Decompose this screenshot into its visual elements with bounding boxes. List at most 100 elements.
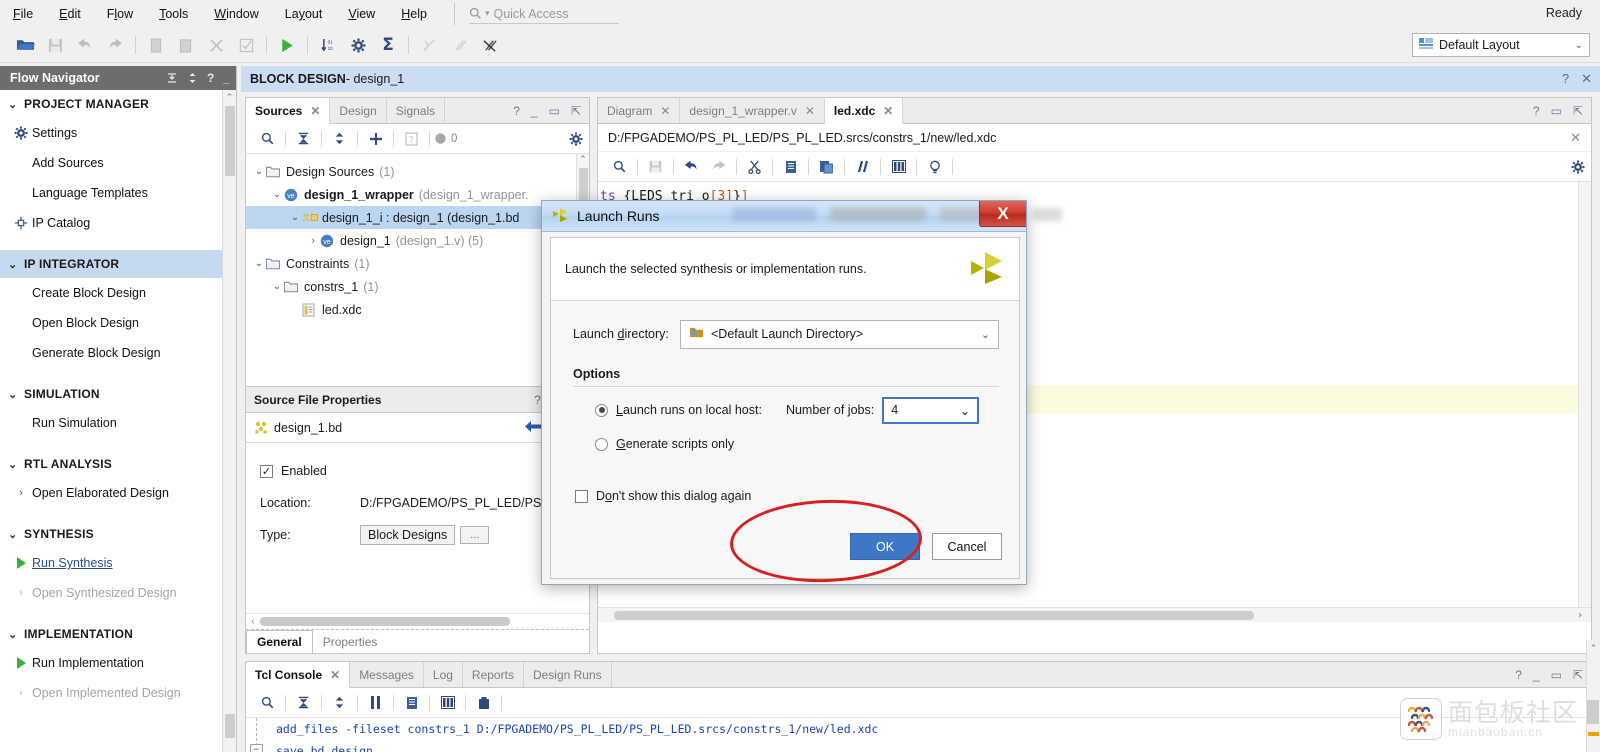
flow-item-open-block-design[interactable]: Open Block Design [0,308,236,338]
menu-flow[interactable]: Flow [94,3,146,25]
pause-icon[interactable] [362,692,389,714]
tcl-console-output[interactable]: add_files -fileset constrs_1 D:/FPGADEMO… [246,718,1591,752]
unlink-icon[interactable] [474,31,504,59]
tab-design-runs[interactable]: Design Runs [524,662,612,687]
settings-gear-icon[interactable] [1564,156,1591,178]
scrollbar-thumb[interactable] [1587,700,1599,724]
help-icon[interactable]: ? [534,393,541,407]
enabled-checkbox[interactable]: ✓ [260,464,273,478]
sort-icon[interactable]: 01 10 [313,31,343,59]
help-icon[interactable]: ? [1562,71,1569,87]
scripts-only-radio[interactable] [595,437,608,451]
scrollbar-thumb[interactable] [260,617,510,626]
flow-group-ip-integrator[interactable]: ⌄ IP INTEGRATOR [0,250,236,278]
tree-node[interactable]: ⌄ design_1_i : design_1 (design_1.bd [246,206,589,229]
tab-diagram[interactable]: Diagram ✕ [598,98,681,123]
gear-icon[interactable] [343,31,373,59]
sum-icon[interactable]: Σ [373,31,403,59]
menu-view[interactable]: View [335,3,388,25]
undo-icon[interactable] [678,156,705,178]
local-host-radio[interactable] [595,403,608,417]
minimize-icon[interactable]: _ [531,104,538,118]
layout-selector[interactable]: Default Layout ⌄ [1412,33,1590,57]
chevron-down-icon[interactable]: ⌄ [981,328,990,341]
tab-design-1-wrapper-v[interactable]: design_1_wrapper.v ✕ [680,98,825,123]
flow-item-run-synthesis[interactable]: Run Synthesis [0,548,236,578]
tree-node[interactable]: › ve design_1 (design_1.v) (5) [246,229,589,252]
sfp-tab-general[interactable]: General [246,630,313,653]
cut-icon[interactable] [741,156,768,178]
editor-vertical-scrollbar[interactable] [1578,182,1591,622]
tree-node[interactable]: ⌄ constrs_1 (1) [246,275,589,298]
flow-navigator-scrollbar[interactable]: ⌃ [222,90,236,752]
tree-node[interactable]: ⌄ ve design_1_wrapper (design_1_wrapper. [246,183,589,206]
scrollbar-thumb-secondary[interactable] [225,714,235,738]
cancel-button[interactable]: Cancel [932,533,1002,560]
add-sources-icon[interactable] [362,128,389,150]
dialog-titlebar[interactable]: Launch Runs X [542,201,1062,232]
chevron-down-icon[interactable]: ⌄ [270,281,284,292]
maximize-icon[interactable]: ▭ [549,104,560,118]
columns-icon[interactable] [885,156,912,178]
maximize-icon[interactable]: ▭ [1551,668,1562,682]
collapse-all-icon[interactable] [290,692,317,714]
close-icon[interactable]: ✕ [1581,71,1592,87]
flow-group-implementation[interactable]: ⌄ IMPLEMENTATION [0,620,236,648]
float-icon[interactable]: ⇱ [571,104,581,118]
menu-edit[interactable]: Edit [46,3,94,25]
dont-show-checkbox[interactable] [575,489,588,503]
collapse-all-icon[interactable] [290,128,317,150]
paste-icon[interactable] [813,156,840,178]
close-icon[interactable]: ✕ [805,104,815,118]
copy-icon[interactable] [398,692,425,714]
tab-log[interactable]: Log [424,662,463,687]
editor-horizontal-scrollbar[interactable]: › [598,607,1591,622]
menu-window[interactable]: Window [201,3,271,25]
sfp-horizontal-scrollbar[interactable]: ‹ [246,613,589,629]
sources-tree[interactable]: ⌄ Design Sources (1) ⌄ ve design_1_wrapper (de… [246,154,589,359]
tab-messages[interactable]: Messages [350,662,424,687]
menu-layout[interactable]: Layout [272,3,336,25]
comment-icon[interactable] [849,156,876,178]
tab-signals[interactable]: Signals [387,98,446,123]
scrollbar-thumb[interactable] [225,106,235,176]
chevron-down-icon[interactable]: ⌄ [270,189,284,200]
flow-item-run-implementation[interactable]: Run Implementation [0,648,236,678]
copy-icon[interactable] [777,156,804,178]
collapse-toggle-icon[interactable]: − [250,744,263,752]
settings-gear-icon[interactable] [562,128,589,150]
dialog-close-button[interactable]: X [979,201,1026,227]
dont-show-row[interactable]: Don't show this dialog again [573,489,999,503]
help-icon[interactable]: ? [207,71,214,85]
float-icon[interactable]: ⇱ [1573,668,1583,682]
search-icon[interactable] [606,156,633,178]
expand-all-icon[interactable] [326,692,353,714]
float-icon[interactable]: ⇱ [1573,104,1583,118]
help-icon[interactable]: ? [1515,668,1522,682]
tree-node[interactable]: ⌄ Design Sources (1) [246,160,589,183]
tab-reports[interactable]: Reports [463,662,524,687]
tab-tcl-console[interactable]: Tcl Console ✕ [246,662,351,688]
flow-item-settings[interactable]: Settings [0,118,236,148]
help-icon[interactable]: ? [1533,104,1540,118]
flow-item-language-templates[interactable]: Language Templates [0,178,236,208]
scroll-up-icon[interactable]: ⌃ [1587,640,1600,654]
number-of-jobs-combo[interactable]: 4 ⌄ [882,396,980,424]
type-value[interactable]: Block Designs [360,525,456,545]
chevron-right-icon[interactable]: › [306,235,320,246]
maximize-icon[interactable]: ▭ [1551,104,1562,118]
columns-icon[interactable] [434,692,461,714]
run-icon[interactable] [272,31,302,59]
scroll-right-icon[interactable]: › [1577,610,1583,621]
delete-icon[interactable] [470,692,497,714]
tab-led-xdc[interactable]: led.xdc ✕ [824,98,904,124]
lightbulb-icon[interactable] [921,156,948,178]
scrollbar-thumb[interactable] [614,610,1254,620]
search-icon[interactable] [254,128,281,150]
close-icon[interactable]: ✕ [310,104,320,118]
close-icon[interactable]: ✕ [330,668,340,682]
close-icon[interactable]: ✕ [660,104,670,118]
flow-group-synthesis[interactable]: ⌄ SYNTHESIS [0,520,236,548]
tab-design[interactable]: Design [330,98,387,123]
chevron-down-icon[interactable]: ⌄ [252,258,266,269]
